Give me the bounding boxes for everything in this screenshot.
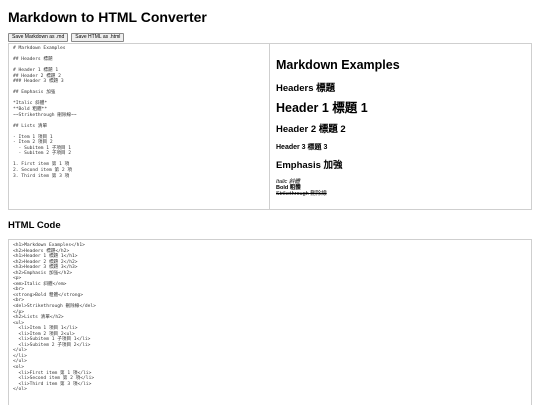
preview-headers-heading: Headers 標題 [276, 83, 336, 94]
preview-header-3: Header 3 標題 3 [276, 144, 328, 151]
html-code-output[interactable]: <h1>Markdown Examples</h1> <h2>Headers 標… [8, 239, 532, 405]
toolbar: Save Markdown as .md Save HTML as .html [8, 33, 125, 42]
preview-emphasis-heading: Emphasis 加強 [276, 160, 343, 171]
html-preview: Markdown Examples Headers 標題 Header 1 標題… [270, 44, 531, 209]
preview-emphasis-paragraph: Italic 斜體 Bold 粗體 Strikethrough 刪除線 [276, 179, 525, 198]
page-title: Markdown to HTML Converter [8, 9, 207, 25]
preview-header-2: Header 2 標題 2 [276, 124, 346, 135]
markdown-input[interactable]: # Markdown Examples ## Headers 標題 # Head… [9, 44, 270, 209]
save-html-button[interactable]: Save HTML as .html [71, 33, 125, 42]
editor-container: # Markdown Examples ## Headers 標題 # Head… [8, 43, 532, 210]
preview-header-1: Header 1 標題 1 [276, 101, 368, 115]
preview-h1: Markdown Examples [276, 58, 400, 72]
preview-strikethrough: Strikethrough 刪除線 [276, 191, 327, 198]
save-markdown-button[interactable]: Save Markdown as .md [8, 33, 69, 42]
html-code-heading: HTML Code [8, 220, 61, 231]
page: Markdown to HTML Converter Save Markdown… [0, 0, 540, 405]
